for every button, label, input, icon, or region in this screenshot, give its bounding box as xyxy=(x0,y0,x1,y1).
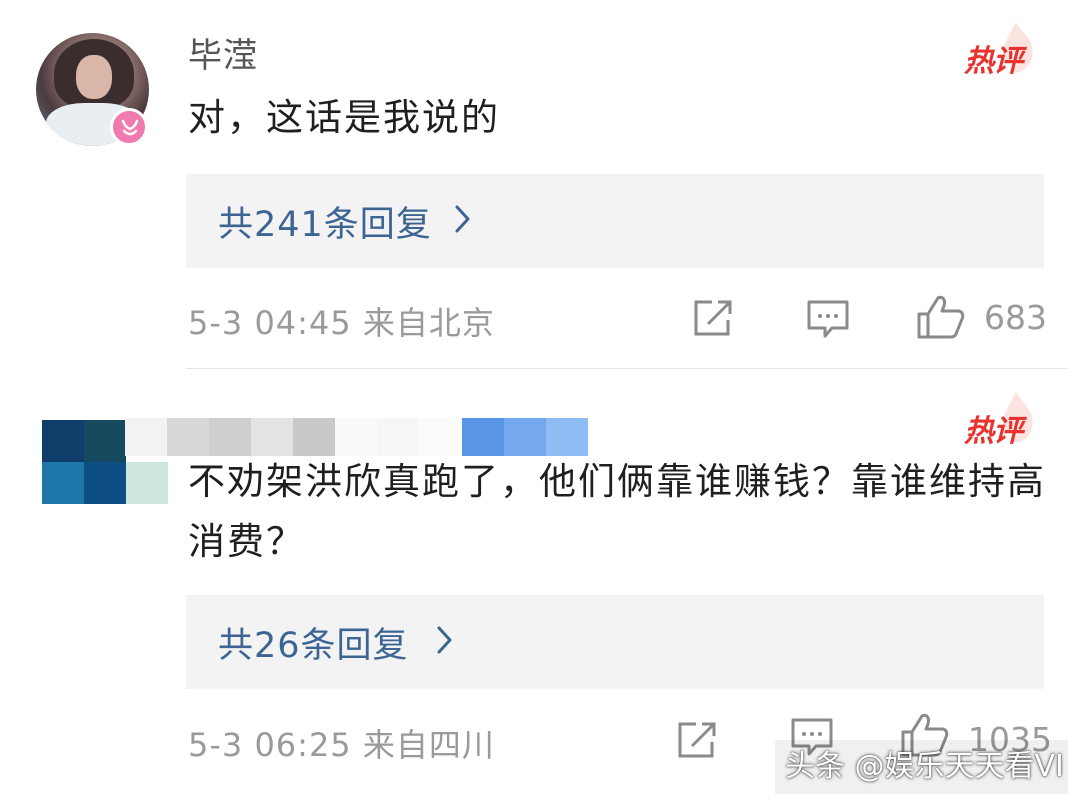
hot-tag-label: 热评 xyxy=(964,44,1023,79)
like-count: 683 xyxy=(984,298,1047,337)
chevron-right-icon xyxy=(437,626,452,654)
comment-item: 热评 不劝架洪欣真跑了，他们俩靠谁赚钱？靠谁维持高消费？ 共26条回复 5-3 … xyxy=(0,370,1068,801)
avatar-face xyxy=(76,55,112,99)
hot-comment-tag: 热评 xyxy=(960,390,1040,449)
time-location: 5-3 04:45 来自北京 xyxy=(188,304,495,342)
replies-button[interactable]: 共241条回复 xyxy=(186,174,1044,268)
username[interactable]: 毕滢 xyxy=(188,28,258,77)
username[interactable] xyxy=(125,418,590,456)
divider xyxy=(186,368,1068,369)
hot-comment-tag: 热评 xyxy=(960,20,1040,79)
share-icon[interactable] xyxy=(676,720,720,760)
time-location: 5-3 06:25 来自四川 xyxy=(188,726,495,764)
share-icon[interactable] xyxy=(692,298,736,338)
hot-tag-label: 热评 xyxy=(964,414,1023,449)
replies-count-label: 共241条回复 xyxy=(218,205,432,245)
chevron-right-icon xyxy=(455,205,470,233)
comment-item: 毕滢 热评 对，这话是我说的 共241条回复 5-3 04:45 来自北京 68… xyxy=(0,0,1068,370)
replies-count-label: 共26条回复 xyxy=(218,626,409,666)
comment-text: 对，这话是我说的 xyxy=(188,96,500,139)
comment-text: 不劝架洪欣真跑了，他们俩靠谁赚钱？靠谁维持高消费？ xyxy=(188,460,1046,563)
comment-icon[interactable] xyxy=(806,298,850,340)
watermark: 头条 @娱乐天天看VI xyxy=(775,740,1068,794)
thumbs-up-icon[interactable] xyxy=(916,294,966,340)
replies-button[interactable]: 共26条回复 xyxy=(186,595,1044,689)
vip-badge-icon xyxy=(110,108,148,146)
